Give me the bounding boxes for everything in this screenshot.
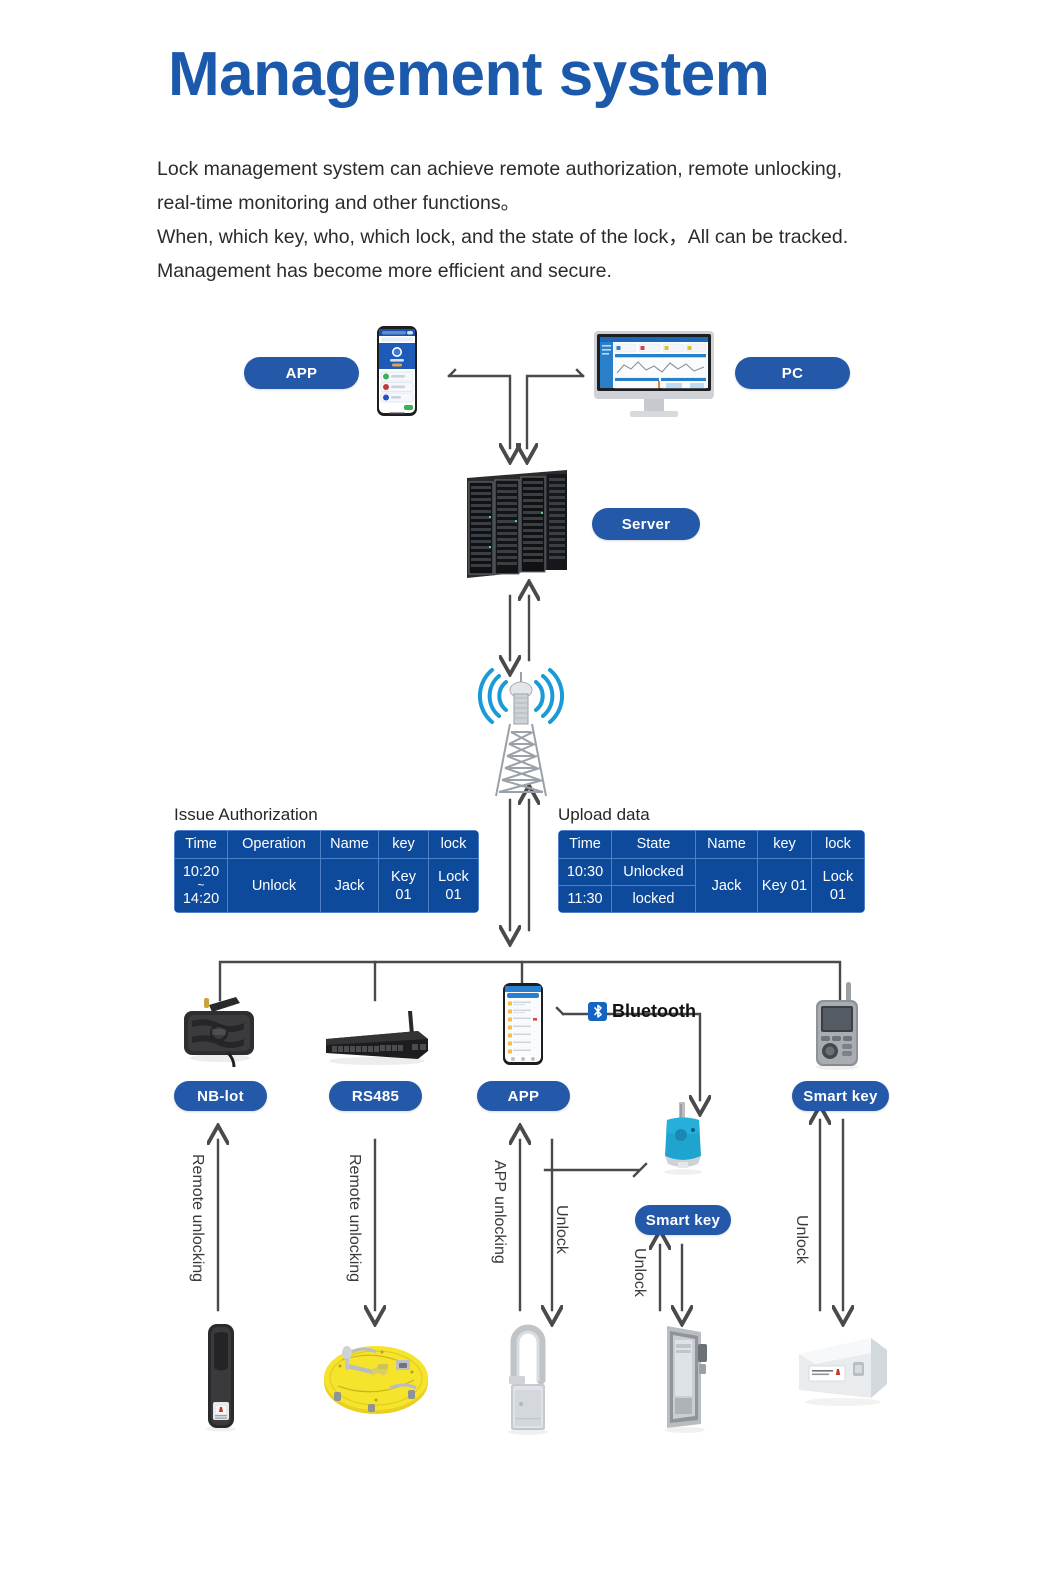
- bluetooth-label: Bluetooth: [588, 1001, 696, 1022]
- col-operation: Operation: [227, 830, 321, 859]
- issue-authorization-table: Time Operation Name key lock 10:20 ~ 14:…: [174, 830, 479, 914]
- poster-root: Management system Lock management system…: [0, 0, 1060, 1578]
- badge-nb-lot[interactable]: NB-lot: [174, 1081, 267, 1111]
- cell-name: Jack: [695, 857, 758, 914]
- table-header-row: Time Operation Name key lock: [174, 830, 479, 859]
- table-row: 10:30 Unlocked Jack Key 01 Lock 01: [558, 857, 865, 914]
- cell-time: 11:30: [558, 885, 612, 914]
- badge-rs485-label: RS485: [351, 1087, 400, 1105]
- col-state: State: [611, 830, 696, 859]
- col-key: key: [757, 830, 812, 859]
- badge-server-label: Server: [621, 515, 671, 533]
- badge-pc[interactable]: PC: [735, 357, 850, 389]
- badge-nb-lot-label: NB-lot: [197, 1087, 244, 1105]
- label-unlock-app-branch: Unlock: [553, 1205, 570, 1254]
- upload-data-table: Time State Name key lock 10:30 Unlocked …: [558, 830, 865, 914]
- badge-server[interactable]: Server: [592, 508, 700, 540]
- blue-car-key-icon: [654, 1102, 712, 1180]
- smart-padlock-icon: [497, 1318, 559, 1436]
- cabinet-lock-icon: [655, 1322, 717, 1434]
- cell-time: 10:20 ~ 14:20: [174, 857, 228, 914]
- table-row: 10:20 ~ 14:20 Unlock Jack Key 01 Lock 01: [174, 857, 479, 914]
- upload-data-caption: Upload data: [558, 805, 650, 824]
- badge-rs485[interactable]: RS485: [329, 1081, 422, 1111]
- label-remote-unlocking-nb: Remote unlocking: [189, 1154, 206, 1283]
- col-lock: lock: [428, 830, 479, 859]
- cell-lock: Lock 01: [811, 857, 865, 914]
- handheld-smart-key-icon: [808, 982, 868, 1070]
- col-lock: lock: [811, 830, 865, 859]
- cell-state: locked: [611, 885, 696, 914]
- issue-authorization-block: Issue Authorization Time Operation Name …: [174, 805, 479, 914]
- cell-key: Key 01: [757, 857, 812, 914]
- badge-app-top[interactable]: APP: [244, 357, 359, 389]
- badge-app-channel[interactable]: APP: [477, 1081, 570, 1111]
- description-line-1: Lock management system can achieve remot…: [157, 158, 843, 180]
- smartphone-icon: [376, 325, 418, 417]
- col-time: Time: [558, 830, 612, 859]
- server-rack-icon: [457, 460, 577, 580]
- cell-tower-icon: [466, 662, 576, 802]
- description-line-3: When, which key, who, which lock, and th…: [157, 226, 849, 248]
- label-unlock-smart-key-middle: Unlock: [631, 1248, 648, 1297]
- label-unlock-smart-key-right: Unlock: [793, 1215, 810, 1264]
- badge-smart-key-middle[interactable]: Smart key: [635, 1205, 731, 1235]
- description-line-4: Management has become more efficient and…: [157, 260, 612, 282]
- col-name: Name: [320, 830, 379, 859]
- badge-pc-label: PC: [781, 364, 804, 382]
- cell-state: Unlocked: [611, 857, 696, 887]
- badge-app-channel-label: APP: [507, 1087, 540, 1105]
- col-time: Time: [174, 830, 228, 859]
- cell-operation: Unlock: [227, 857, 321, 914]
- col-name: Name: [695, 830, 758, 859]
- badge-smart-key-middle-label: Smart key: [645, 1211, 721, 1229]
- table-header-row: Time State Name key lock: [558, 830, 865, 859]
- label-remote-unlocking-rs485: Remote unlocking: [346, 1154, 363, 1283]
- description-line-2: real-time monitoring and other functions…: [157, 192, 521, 214]
- box-lock-icon: [795, 1332, 891, 1412]
- desktop-monitor-icon: [594, 331, 714, 421]
- manhole-cover-lock-icon: [318, 1330, 434, 1426]
- network-switch-icon: [322, 1005, 432, 1067]
- page-title: Management system: [168, 40, 770, 109]
- nb-iot-gateway-icon: [176, 995, 268, 1068]
- cell-time-separator: ~: [197, 878, 205, 893]
- cell-key: Key 01: [378, 857, 429, 914]
- badge-smart-key-right[interactable]: Smart key: [792, 1081, 889, 1111]
- upload-data-block: Upload data Time State Name key lock 10:…: [558, 805, 865, 914]
- bluetooth-text: Bluetooth: [612, 1001, 696, 1021]
- cell-time-end: 14:20: [182, 891, 220, 908]
- cell-name: Jack: [320, 857, 379, 914]
- bluetooth-icon: [588, 1002, 607, 1021]
- cabinet-handle-lock-icon: [200, 1322, 244, 1432]
- cell-lock: Lock 01: [428, 857, 479, 914]
- col-key: key: [378, 830, 429, 859]
- badge-smart-key-right-label: Smart key: [803, 1087, 878, 1105]
- issue-authorization-caption: Issue Authorization: [174, 805, 318, 824]
- label-app-unlocking: APP unlocking: [491, 1160, 508, 1264]
- page-description: Lock management system can achieve remot…: [157, 152, 987, 288]
- smartphone-icon: [502, 982, 544, 1066]
- cell-time: 10:30: [558, 857, 612, 887]
- badge-app-top-label: APP: [285, 364, 318, 382]
